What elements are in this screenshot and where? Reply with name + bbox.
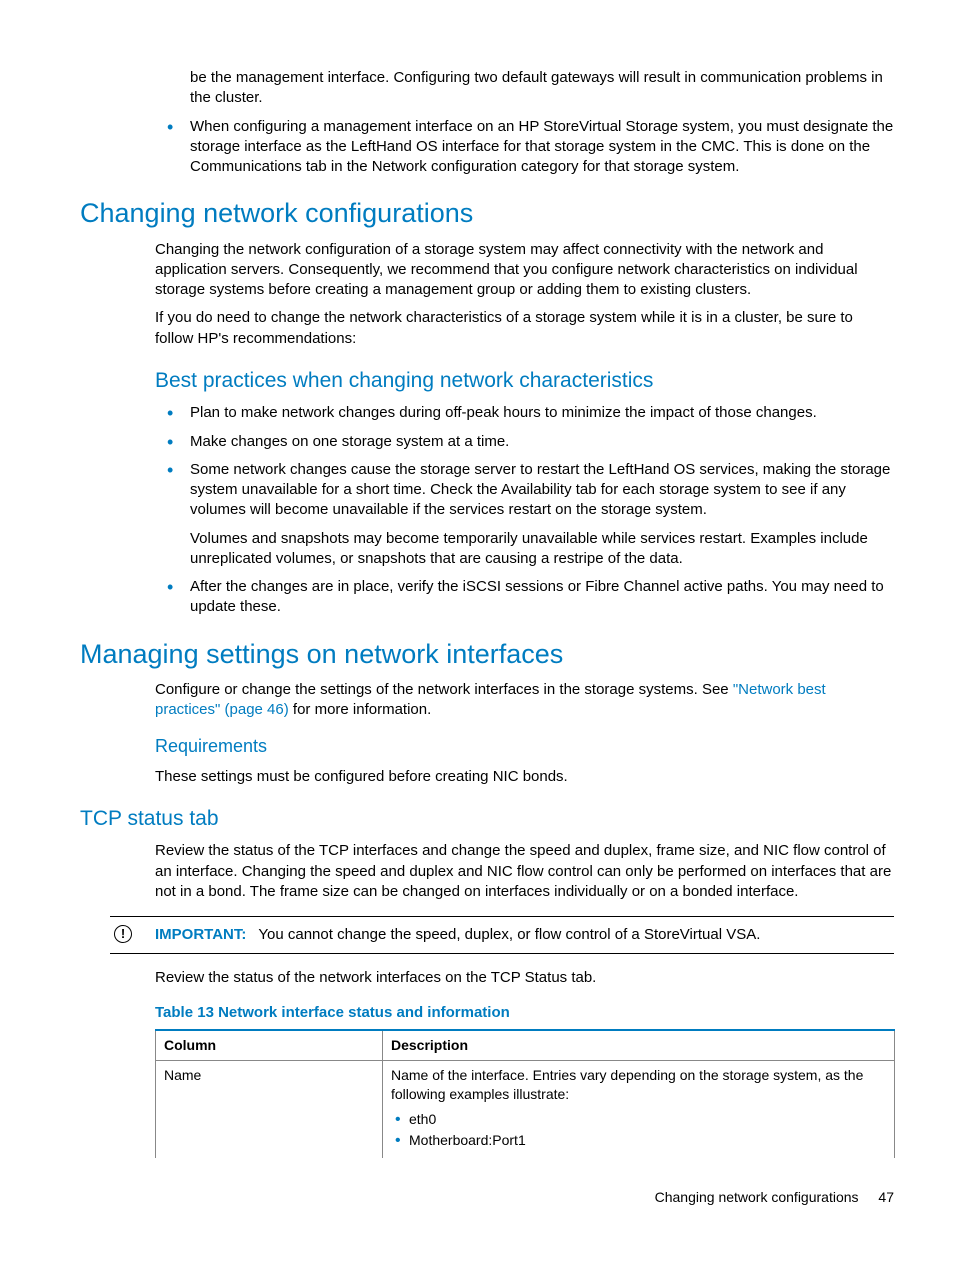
cell-text: Name of the interface. Entries vary depe… <box>391 1067 863 1102</box>
table-header-column: Column <box>156 1030 383 1060</box>
bullet-text: Make changes on one storage system at a … <box>190 433 509 450</box>
table-header-description: Description <box>383 1030 895 1060</box>
body-paragraph: If you do need to change the network cha… <box>155 308 894 349</box>
important-callout: IMPORTANT: You cannot change the speed, d… <box>110 916 894 954</box>
list-item: Make changes on one storage system at a … <box>155 432 894 452</box>
network-interface-table: Column Description Name Name of the inte… <box>155 1029 895 1158</box>
heading-requirements: Requirements <box>155 734 894 758</box>
page-number: 47 <box>878 1189 894 1205</box>
list-item: eth0 <box>391 1110 886 1129</box>
text-segment: for more information. <box>289 701 432 718</box>
cell-description: Name of the interface. Entries vary depe… <box>383 1060 895 1158</box>
list-item: After the changes are in place, verify t… <box>155 577 894 618</box>
important-text: You cannot change the speed, duplex, or … <box>258 926 760 943</box>
page-footer: Changing network configurations 47 <box>80 1188 894 1207</box>
body-paragraph: These settings must be configured before… <box>155 767 894 787</box>
heading-best-practices: Best practices when changing network cha… <box>155 367 894 395</box>
list-item: Plan to make network changes during off-… <box>155 403 894 423</box>
body-paragraph: Changing the network configuration of a … <box>155 240 894 301</box>
list-item: When configuring a management interface … <box>155 117 894 178</box>
cell-column-name: Name <box>156 1060 383 1158</box>
list-item: Motherboard:Port1 <box>391 1131 886 1150</box>
table-title: Table 13 Network interface status and in… <box>155 1003 894 1023</box>
cell-list: eth0 Motherboard:Port1 <box>391 1110 886 1151</box>
bullet-text: Plan to make network changes during off-… <box>190 404 817 421</box>
important-icon <box>114 925 132 943</box>
best-practices-list: Plan to make network changes during off-… <box>155 403 894 617</box>
top-bullet-list: When configuring a management interface … <box>155 117 894 178</box>
list-item: Some network changes cause the storage s… <box>155 460 894 569</box>
continued-paragraph: be the management interface. Configuring… <box>190 68 894 109</box>
heading-changing-network: Changing network configurations <box>80 195 894 231</box>
text-segment: Configure or change the settings of the … <box>155 681 733 698</box>
body-paragraph: Review the status of the TCP interfaces … <box>155 841 894 902</box>
bullet-sub-paragraph: Volumes and snapshots may become tempora… <box>190 529 894 570</box>
heading-managing-settings: Managing settings on network interfaces <box>80 636 894 672</box>
footer-text: Changing network configurations <box>655 1189 859 1205</box>
bullet-text: After the changes are in place, verify t… <box>190 578 884 615</box>
body-paragraph: Review the status of the network interfa… <box>155 968 894 988</box>
bullet-text: Some network changes cause the storage s… <box>190 461 890 519</box>
bullet-text: When configuring a management interface … <box>190 118 893 176</box>
heading-tcp-status-tab: TCP status tab <box>80 805 894 833</box>
table-row: Name Name of the interface. Entries vary… <box>156 1060 895 1158</box>
body-paragraph: Configure or change the settings of the … <box>155 680 894 721</box>
important-label: IMPORTANT: <box>155 926 246 943</box>
